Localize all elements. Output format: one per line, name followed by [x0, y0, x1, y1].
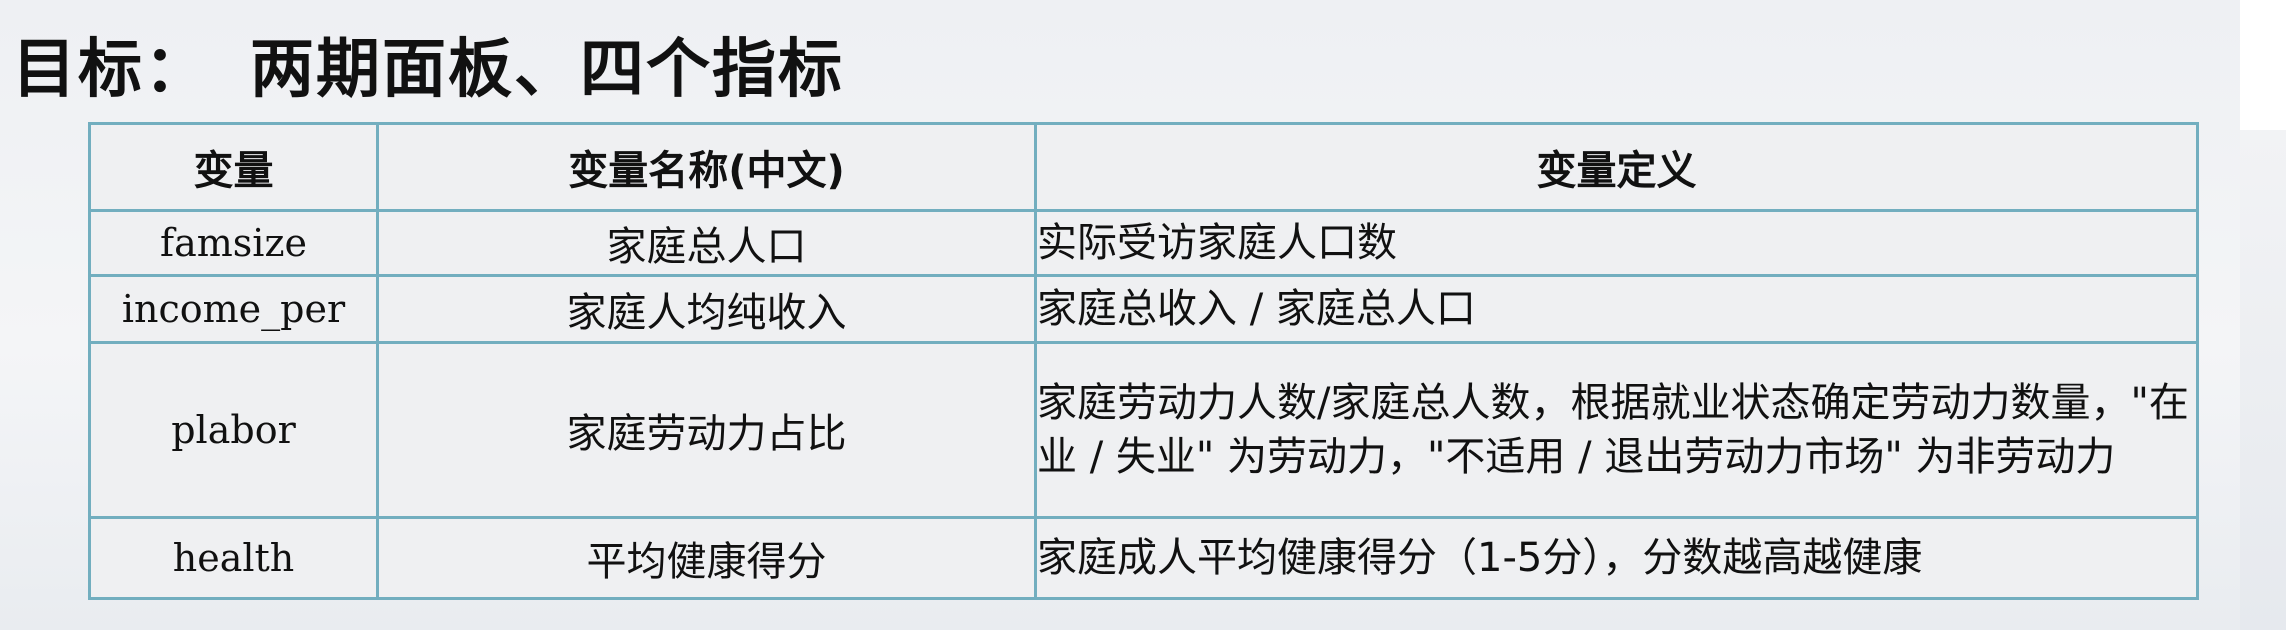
table-row: health 平均健康得分 家庭成人平均健康得分（1-5分），分数越高越健康 [88, 516, 2199, 600]
cell-name-cn: 家庭总人口 [376, 209, 1037, 277]
slide-title: 目标： 两期面板、四个指标 [12, 20, 844, 120]
cell-definition: 实际受访家庭人口数 [1034, 209, 2199, 277]
cell-name-cn: 平均健康得分 [376, 516, 1037, 600]
table-row: income_per 家庭人均纯收入 家庭总收入 / 家庭总人口 [88, 274, 2199, 344]
table-header-row: 变量 变量名称(中文) 变量定义 [88, 122, 2199, 212]
header-variable-definition: 变量定义 [1034, 122, 2199, 212]
cell-definition: 家庭总收入 / 家庭总人口 [1034, 274, 2199, 344]
variable-table: 变量 变量名称(中文) 变量定义 famsize 家庭总人口 实际受访家庭人口数… [88, 122, 2199, 600]
cell-name-cn: 家庭劳动力占比 [376, 341, 1037, 519]
header-variable: 变量 [88, 122, 379, 212]
cell-variable: plabor [88, 341, 379, 519]
right-edge-panel-shade [2240, 130, 2286, 630]
cell-variable: famsize [88, 209, 379, 277]
cell-definition: 家庭成人平均健康得分（1-5分），分数越高越健康 [1034, 516, 2199, 600]
table-row: plabor 家庭劳动力占比 家庭劳动力人数/家庭总人数，根据就业状态确定劳动力… [88, 341, 2199, 519]
slide-title-main: 两期面板、四个指标 [250, 33, 844, 107]
cell-definition: 家庭劳动力人数/家庭总人数，根据就业状态确定劳动力数量，"在业 / 失业" 为劳… [1034, 341, 2199, 519]
header-variable-name-cn: 变量名称(中文) [376, 122, 1037, 212]
cell-variable: income_per [88, 274, 379, 344]
cell-variable: health [88, 516, 379, 600]
cell-name-cn: 家庭人均纯收入 [376, 274, 1037, 344]
slide-title-prefix: 目标： [12, 33, 210, 107]
table-row: famsize 家庭总人口 实际受访家庭人口数 [88, 209, 2199, 277]
